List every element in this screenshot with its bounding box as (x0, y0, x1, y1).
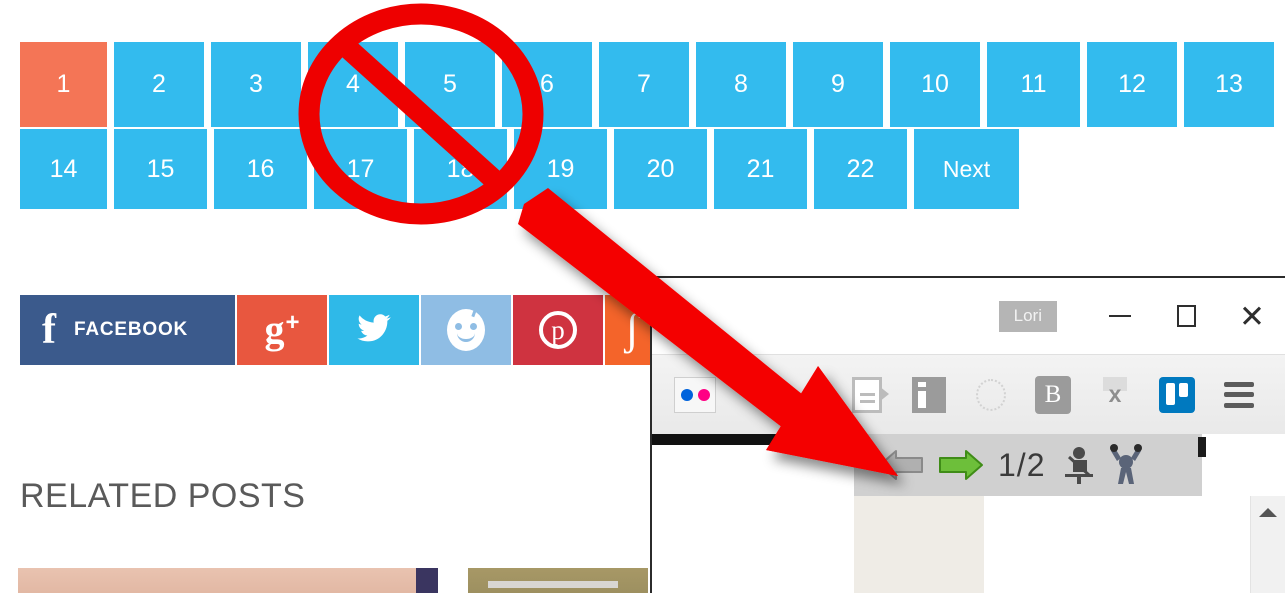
pagination-row-1: 1 2 3 4 5 6 7 8 9 10 11 12 13 (20, 42, 1285, 127)
trello-bar-right (1179, 382, 1188, 397)
share-button-facebook[interactable]: f FACEBOOK (20, 295, 235, 365)
google-plus-icon: g (264, 307, 285, 352)
page-button-8[interactable]: 8 (696, 42, 786, 127)
rendered-page-body (854, 496, 1285, 593)
reddit-antenna (471, 306, 478, 318)
page-button-1[interactable]: 1 (20, 42, 107, 127)
note-export-icon (852, 376, 889, 413)
reddit-mouth (457, 331, 475, 342)
browser-content-area: 1/2 (652, 434, 1285, 593)
maximize-icon (1176, 305, 1196, 327)
toolbar-button-bold[interactable]: B (1022, 364, 1084, 426)
share-button-googleplus[interactable]: g + (237, 295, 327, 365)
trello-bar-left (1166, 382, 1175, 405)
find-next-button[interactable] (934, 445, 986, 485)
page-scrollbar[interactable] (1250, 496, 1285, 593)
pagination: 1 2 3 4 5 6 7 8 9 10 11 12 13 14 15 16 1… (20, 42, 1285, 209)
page-button-5[interactable]: 5 (405, 42, 495, 127)
flickr-dot-blue (680, 388, 693, 401)
social-share-bar: f FACEBOOK g + p ʃ (20, 295, 669, 365)
content-top-black-strip (652, 434, 852, 445)
hamburger-bar-3 (1224, 402, 1254, 408)
window-minimize-button[interactable] (1087, 278, 1153, 354)
page-button-18[interactable]: 18 (414, 129, 507, 209)
info-panel-icon (912, 376, 946, 413)
find-toolbar-grip[interactable] (1198, 437, 1206, 457)
find-toolbar: 1/2 (854, 434, 1206, 496)
flickr-dot-pink (697, 388, 710, 401)
seated-figure-icon (1057, 444, 1099, 486)
toolbar-button-cut[interactable]: x (1084, 364, 1146, 426)
window-maximize-button[interactable] (1153, 278, 1219, 354)
close-icon: ✕ (1239, 298, 1265, 334)
pinterest-p-glyph: p (551, 314, 565, 345)
hamburger-bar-2 (1224, 392, 1254, 397)
page-button-3[interactable]: 3 (211, 42, 301, 127)
find-figure-button-2[interactable] (1105, 444, 1147, 486)
related-post-thumbnail-2[interactable] (468, 568, 648, 593)
arrow-left-icon (876, 445, 928, 485)
pinterest-icon: p (539, 311, 577, 349)
standing-figure-icon (1105, 444, 1147, 486)
page-button-14[interactable]: 14 (20, 129, 107, 209)
stumbleupon-icon: ʃ (624, 305, 640, 354)
share-button-twitter[interactable] (329, 295, 419, 365)
page-button-22[interactable]: 22 (814, 129, 907, 209)
page-button-9[interactable]: 9 (793, 42, 883, 127)
bold-b-icon: B (1035, 375, 1071, 414)
related-post-thumbnail-1[interactable] (18, 568, 438, 593)
page-content-column (854, 496, 984, 593)
page-button-10[interactable]: 10 (890, 42, 980, 127)
share-button-pinterest[interactable]: p (513, 295, 603, 365)
toolbar-button-info-panel[interactable] (898, 364, 960, 426)
share-button-reddit[interactable] (421, 295, 511, 365)
page-button-12[interactable]: 12 (1087, 42, 1177, 127)
page-button-13[interactable]: 13 (1184, 42, 1274, 127)
window-close-button[interactable]: ✕ (1219, 278, 1285, 354)
toolbar-button-flickr[interactable] (664, 364, 726, 426)
page-button-16[interactable]: 16 (214, 129, 307, 209)
page-button-4[interactable]: 4 (308, 42, 398, 127)
page-button-11[interactable]: 11 (987, 42, 1080, 127)
google-plus-sign: + (285, 309, 300, 336)
window-titlebar: Lori ✕ (652, 278, 1285, 354)
browser-window: Lori ✕ B x 1/2 (650, 276, 1285, 593)
find-figure-button-1[interactable] (1057, 444, 1099, 486)
hamburger-bar-1 (1224, 381, 1254, 387)
related-posts-heading: RELATED POSTS (20, 477, 306, 515)
toolbar-button-circle[interactable] (960, 364, 1022, 426)
pagination-row-2: 14 15 16 17 18 19 20 21 22 Next (20, 129, 1285, 209)
page-button-next[interactable]: Next (914, 129, 1019, 209)
user-profile-chip[interactable]: Lori (998, 300, 1057, 332)
browser-extension-toolbar: B x (652, 354, 1285, 434)
arrow-right-icon (934, 445, 986, 485)
find-previous-button[interactable] (876, 445, 928, 485)
trello-icon (1159, 376, 1195, 413)
toolbar-button-menu[interactable] (1208, 364, 1270, 426)
twitter-bird-icon (353, 310, 395, 351)
facebook-icon: f (42, 307, 56, 353)
page-button-15[interactable]: 15 (114, 129, 207, 209)
hamburger-menu-icon (1224, 381, 1254, 408)
page-button-19[interactable]: 19 (514, 129, 607, 209)
page-button-2[interactable]: 2 (114, 42, 204, 127)
flickr-icon (674, 376, 716, 413)
page-button-6[interactable]: 6 (502, 42, 592, 127)
cut-x-icon: x (1098, 376, 1132, 413)
toolbar-button-note-export[interactable] (836, 364, 898, 426)
page-button-21[interactable]: 21 (714, 129, 807, 209)
page-button-20[interactable]: 20 (614, 129, 707, 209)
facebook-label: FACEBOOK (74, 319, 189, 340)
page-button-7[interactable]: 7 (599, 42, 689, 127)
circle-outline-icon (976, 378, 1006, 411)
reddit-alien-icon (447, 306, 485, 351)
screenshot-root: 1 2 3 4 5 6 7 8 9 10 11 12 13 14 15 16 1… (0, 0, 1285, 593)
page-button-17[interactable]: 17 (314, 129, 407, 209)
scroll-up-arrow-icon[interactable] (1259, 508, 1277, 517)
find-match-counter: 1/2 (998, 446, 1046, 483)
minimize-icon (1109, 315, 1131, 317)
toolbar-button-trello[interactable] (1146, 364, 1208, 426)
